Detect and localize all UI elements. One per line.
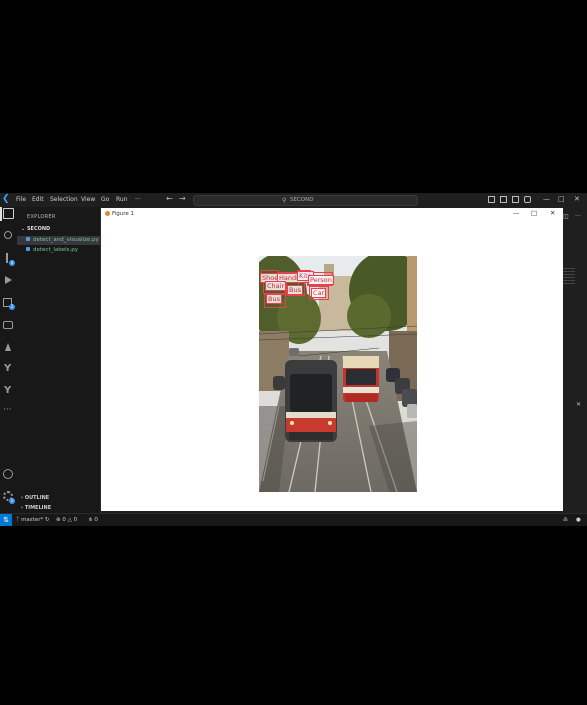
split-editor-icon[interactable]: ◫ <box>563 213 569 220</box>
menu-edit[interactable]: Edit <box>32 195 44 204</box>
toggle-secondary-sidebar-icon[interactable] <box>512 196 519 203</box>
python-file-icon <box>26 247 30 251</box>
detection-label-bus: Bus <box>287 285 303 295</box>
problems-indicator[interactable]: ⊗ 0 △ 0 <box>56 514 77 526</box>
detection-label-chair: Chair <box>265 281 287 291</box>
outline-label: OUTLINE <box>24 495 50 501</box>
minimap <box>561 268 575 284</box>
explorer-icon[interactable] <box>3 208 14 219</box>
menu-file[interactable]: File <box>16 195 26 204</box>
timeline-section[interactable]: › TIMELINE <box>21 505 51 511</box>
menu-selection[interactable]: Selection <box>50 195 78 204</box>
customize-layout-icon[interactable] <box>524 196 531 203</box>
warning-count: 0 <box>73 517 78 523</box>
detection-label-person: Person <box>308 275 334 285</box>
folder-name: SECOND <box>26 226 51 232</box>
search-icon[interactable] <box>4 231 12 239</box>
extensions-badge: 2 <box>9 304 15 310</box>
toggle-panel-icon[interactable] <box>500 196 507 203</box>
accounts-icon[interactable] <box>3 469 13 479</box>
menu-more[interactable]: ··· <box>135 195 141 204</box>
search-icon: ⚲ <box>282 197 287 204</box>
figure-window: Figure 1 — □ ✕ Shoe Handbag Kite Person … <box>101 208 563 511</box>
file-detect-labels[interactable]: detect_labels.py <box>17 246 100 255</box>
title-bar: ❮ File Edit Selection View Go Run ··· ← … <box>0 193 587 208</box>
figure-maximize-icon[interactable]: □ <box>531 209 537 218</box>
notifications-bell-icon[interactable]: ♳ <box>563 514 568 526</box>
testing-icon[interactable] <box>3 342 14 353</box>
ports-indicator[interactable]: ⋔ 0 <box>88 514 98 526</box>
activity-bar: 4 2 1 <box>0 207 17 513</box>
run-debug-icon[interactable] <box>3 275 14 286</box>
remote-indicator-icon[interactable]: ⇅ <box>0 514 12 526</box>
timeline-label: TIMELINE <box>24 505 52 511</box>
menu-view[interactable]: View <box>81 195 95 204</box>
command-center-label: SECOND <box>290 197 314 203</box>
vscode-logo-icon: ❮ <box>2 194 10 204</box>
error-count: 0 <box>62 517 66 523</box>
panel-close-icon[interactable]: ✕ <box>576 401 581 408</box>
back-arrow-icon[interactable]: ← <box>166 194 173 204</box>
file-name: detect_and_visualize.py <box>33 237 99 243</box>
menu-go[interactable]: Go <box>101 195 109 204</box>
more-icon[interactable] <box>3 405 14 418</box>
close-window-icon[interactable]: ✕ <box>574 195 580 204</box>
explorer-sidebar: EXPLORER ⌄ SECOND detect_and_visualize.p… <box>17 207 101 513</box>
command-center[interactable]: ⚲ SECOND <box>193 195 418 206</box>
figure-close-icon[interactable]: ✕ <box>550 209 555 218</box>
file-detect-and-visualize[interactable]: detect_and_visualize.py <box>17 236 100 245</box>
ports-count: 0 <box>94 517 98 523</box>
figure-title-bar: Figure 1 <box>105 210 134 218</box>
status-bar: ⇅ ᛏ master* ↻ ⊗ 0 △ 0 ⋔ 0 ♳ ● <box>0 513 587 526</box>
matplotlib-icon <box>105 210 110 216</box>
detection-image: Shoe Handbag Kite Person Chair Bus Car B… <box>259 256 417 492</box>
source-control-badge: 4 <box>9 260 15 266</box>
toggle-sidebar-icon[interactable] <box>488 196 495 203</box>
extension-tool-2-icon[interactable] <box>3 385 14 397</box>
forward-arrow-icon[interactable]: → <box>179 194 186 204</box>
detection-label-car: Car <box>311 288 327 298</box>
folder-second[interactable]: ⌄ SECOND <box>21 226 50 232</box>
maximize-icon[interactable]: □ <box>558 195 565 204</box>
outline-section[interactable]: › OUTLINE <box>21 495 49 501</box>
branch-name: master* <box>21 517 44 523</box>
status-more-icon[interactable]: ● <box>576 514 581 526</box>
branch-indicator[interactable]: ᛏ master* ↻ <box>16 514 50 526</box>
manage-badge: 1 <box>9 498 15 504</box>
figure-minimize-icon[interactable]: — <box>513 209 520 218</box>
vscode-window: ❮ File Edit Selection View Go Run ··· ← … <box>0 193 587 526</box>
sidebar-title: EXPLORER <box>27 214 56 220</box>
extension-tool-icon[interactable] <box>3 363 14 375</box>
editor-more-icon[interactable]: ··· <box>575 213 581 220</box>
minimize-icon[interactable]: — <box>543 195 550 204</box>
figure-title: Figure 1 <box>112 211 135 217</box>
detection-label-bus-2: Bus <box>266 294 282 304</box>
remote-explorer-icon[interactable] <box>3 321 13 329</box>
active-indicator <box>0 207 2 221</box>
file-name: detect_labels.py <box>33 247 79 253</box>
python-file-icon <box>26 237 30 241</box>
menu-run[interactable]: Run <box>116 195 128 204</box>
